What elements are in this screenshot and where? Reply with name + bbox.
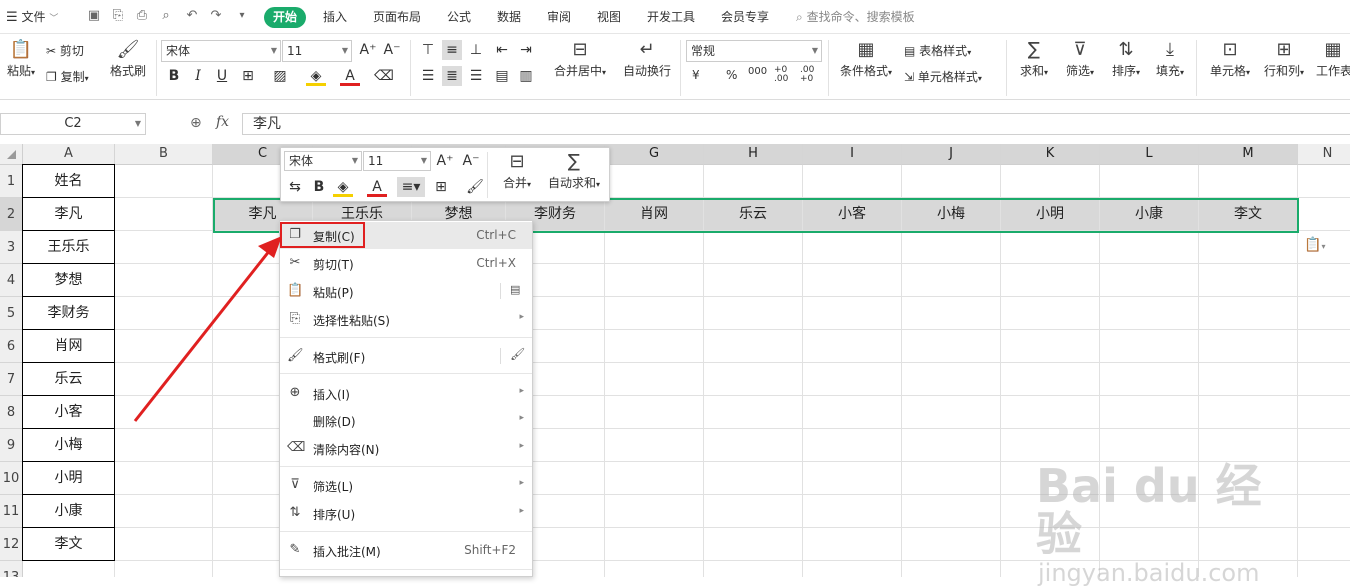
paste-options-icon[interactable]: 📋▾ (1304, 237, 1325, 253)
watermark-brand: Bai du 经验 (1036, 459, 1262, 561)
watermark-url: jingyan.baidu.com (1038, 559, 1260, 587)
baidu-watermark: Bai du 经验 jingyan.baidu.com (1036, 462, 1286, 587)
arrow-shaft (133, 249, 272, 422)
arrow-head (258, 236, 282, 258)
